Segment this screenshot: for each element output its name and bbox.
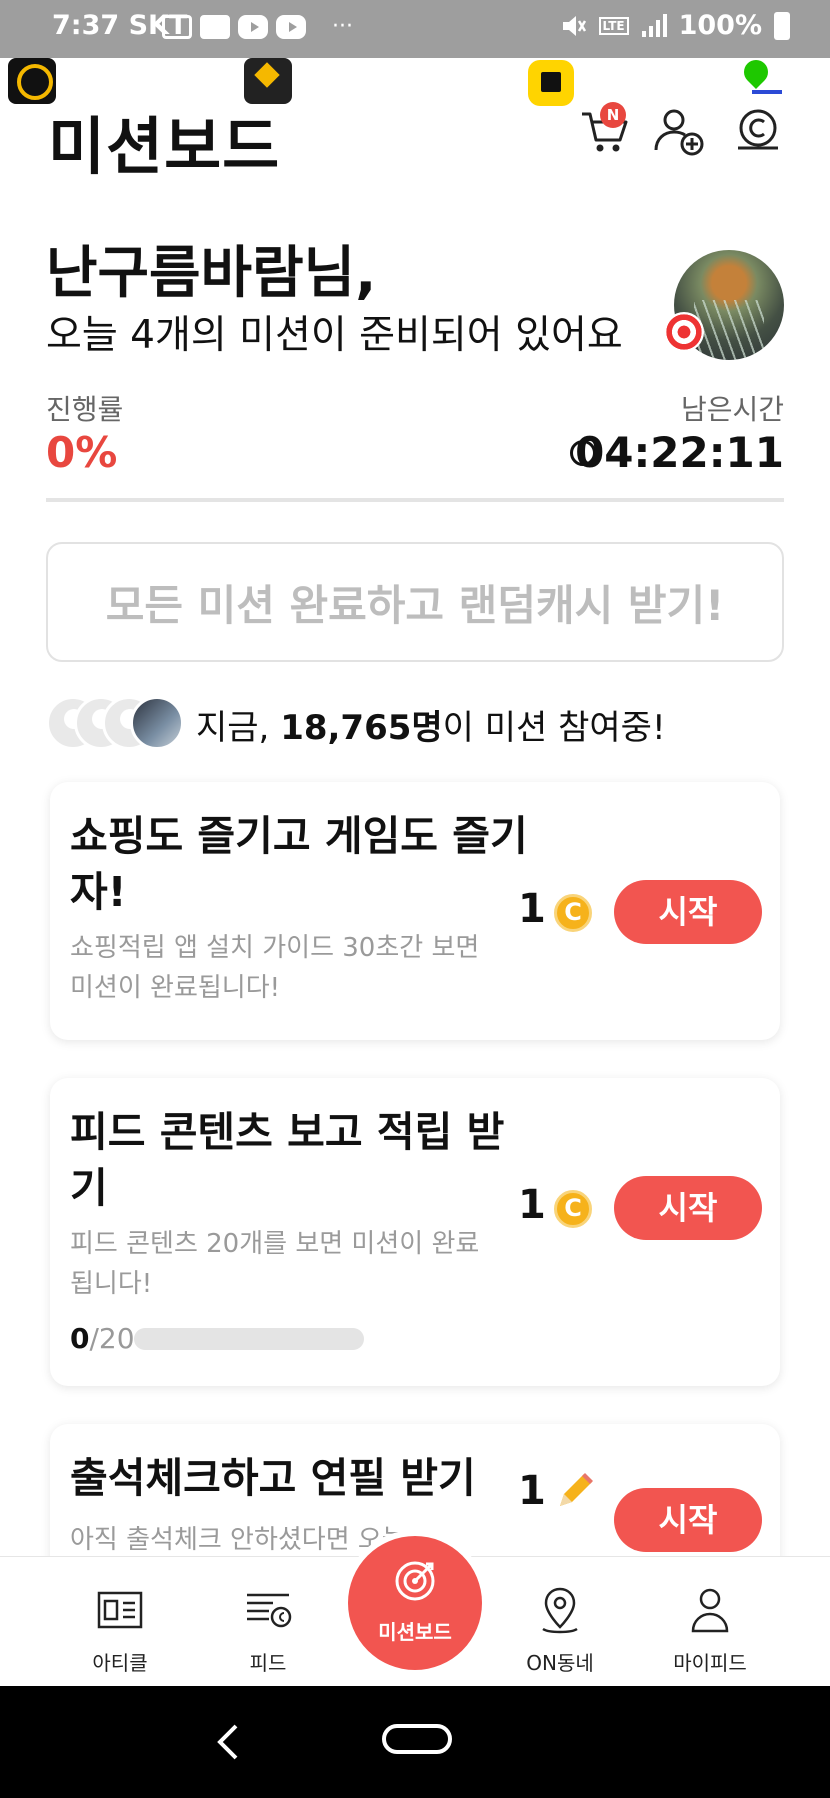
add-friend-icon[interactable] [652,104,706,158]
mission-card[interactable]: 피드 콘텐츠 보고 적립 받기 피드 콘텐츠 20개를 보면 미션이 완료됩니다… [50,1078,780,1386]
back-icon[interactable] [210,1722,246,1762]
random-cash-banner[interactable]: 모든 미션 완료하고 랜덤캐시 받기! [46,542,784,662]
note-icon [200,14,230,39]
mission-description: 쇼핑적립 앱 설치 가이드 30초간 보면 미션이 완료됩니다! [70,933,480,1003]
cart-badge: N [600,102,626,128]
article-icon [97,1591,143,1629]
notification-icons: ··· [162,14,353,39]
user-greeting: 난구름바람님, [46,241,377,306]
nav-item-article[interactable]: 아티클 [50,1557,190,1687]
page-title: 미션보드 [48,110,281,183]
remaining-time-value: 04:22:11 [575,428,784,477]
message-icon [162,14,192,39]
mission-count-text: 오늘 4개의 미션이 준비되어 있어요 [46,313,623,358]
progress-value: 0% [46,428,118,477]
mission-reward: 1 [518,886,546,932]
mission-card[interactable]: 쇼핑도 즐기고 게임도 즐기자! 쇼핑적립 앱 설치 가이드 30초간 보면 미… [50,782,780,1040]
nav-label: 마이피드 [673,1651,747,1675]
target-emoji-icon [664,312,704,352]
participants-text: 지금, 18,765명이 미션 참여중! [196,708,666,748]
remaining-time-label: 남은시간 [680,393,784,426]
mission-title: 출석체크하고 연필 받기 [70,1454,476,1502]
participants-count: 18,765명 [280,708,443,748]
feed-icon [247,1593,292,1628]
mission-description: 피드 콘텐츠 20개를 보면 미션이 완료됩니다! [70,1229,480,1299]
mission-board-button[interactable]: 미션보드 [348,1536,482,1670]
mission-reward: 1 [518,1182,546,1228]
mission-title: 쇼핑도 즐기고 게임도 즐기자! [70,812,528,916]
participant-avatar [130,696,184,750]
progress-label: 진행률 [46,393,124,426]
system-navigation-bar [0,1686,830,1798]
youtube-icon [276,14,306,39]
nav-item-my-feed[interactable]: 마이피드 [640,1557,780,1687]
more-notifications-icon: ··· [332,14,353,39]
start-button[interactable]: 시작 [614,1488,762,1552]
battery-percent: 100% [678,10,762,41]
start-button[interactable]: 시작 [614,1176,762,1240]
coin-icon [554,1190,592,1228]
nav-item-feed[interactable]: 피드 [198,1557,338,1687]
memo-app-icon[interactable] [528,60,574,106]
nav-label: 피드 [249,1651,287,1675]
mission-progress-bar [134,1328,364,1350]
nav-label: 아티클 [92,1651,148,1675]
nav-label: 미션보드 [378,1620,452,1644]
battery-icon [774,11,790,40]
nav-item-on-dongne[interactable]: ON동네 [490,1557,630,1687]
mute-icon [562,15,586,36]
status-right: LTE 100% [559,10,790,41]
map-app-icon[interactable] [738,55,784,100]
youtube-icon [238,14,268,39]
divider [46,498,784,502]
person-icon [691,1588,729,1633]
mission-title: 피드 콘텐츠 보고 적립 받기 [70,1108,505,1212]
mission-progress-count: 0/20 [70,1322,135,1355]
coin-icon [554,894,592,932]
home-button[interactable] [382,1724,452,1754]
nav-item-mission-board[interactable]: 미션보드 [342,1530,488,1676]
signal-icon [641,13,667,37]
target-icon [395,1561,435,1601]
mission-reward: 1 [518,1468,546,1514]
location-pin-icon [542,1587,578,1634]
lte-icon: LTE [598,16,629,35]
participant-avatars [46,696,186,750]
start-button[interactable]: 시작 [614,880,762,944]
nav-label: ON동네 [526,1651,594,1675]
cash-icon[interactable] [732,104,786,158]
pencil-icon [560,1473,593,1506]
status-bar: 7:37 SKT ··· LTE 100% [0,0,830,58]
